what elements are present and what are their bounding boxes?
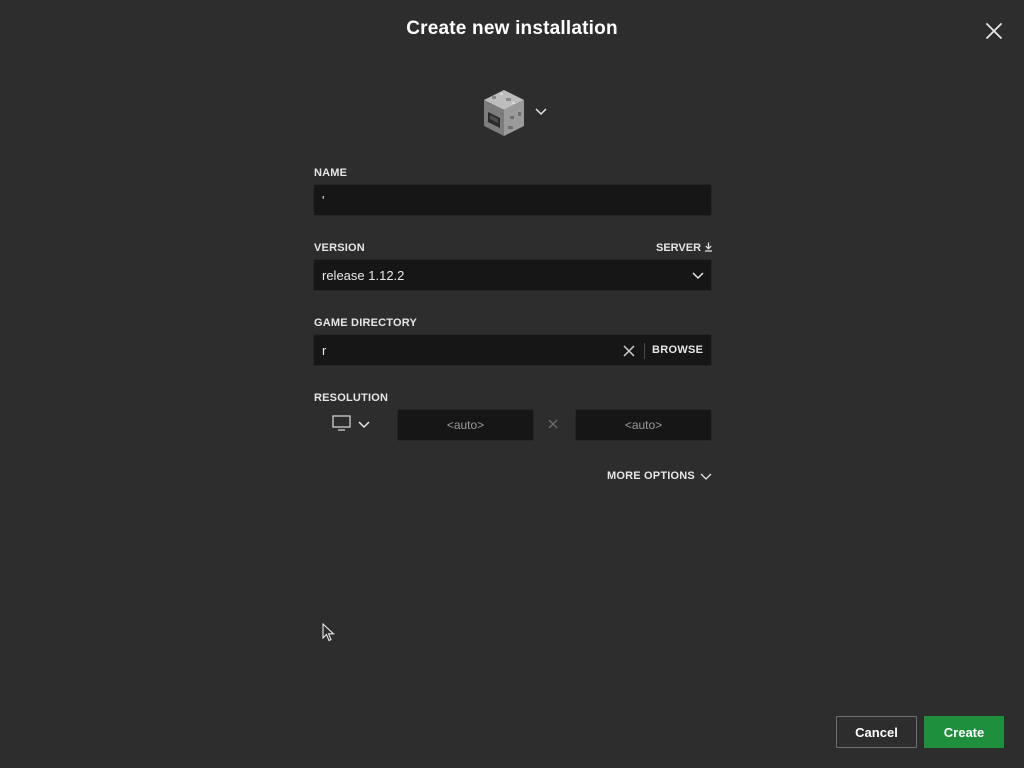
dialog-title: Create new installation bbox=[406, 18, 618, 39]
more-options-label: MORE OPTIONS bbox=[607, 470, 695, 482]
game-directory-input[interactable]: r bbox=[322, 343, 326, 358]
version-select[interactable]: release 1.12.2 bbox=[313, 259, 712, 291]
resolution-preset-dropdown[interactable] bbox=[332, 414, 374, 434]
browse-button[interactable]: BROWSE bbox=[652, 344, 703, 356]
close-icon bbox=[986, 23, 1002, 39]
game-directory-field: r BROWSE bbox=[313, 334, 712, 366]
create-button[interactable]: Create bbox=[924, 716, 1004, 748]
chevron-down-icon bbox=[692, 272, 704, 280]
monitor-icon bbox=[332, 415, 351, 431]
version-label: VERSION bbox=[314, 242, 365, 254]
server-download-link[interactable]: SERVER bbox=[656, 242, 713, 254]
clear-icon bbox=[623, 345, 635, 357]
furnace-block-icon bbox=[484, 90, 524, 136]
clear-directory-button[interactable] bbox=[622, 344, 636, 363]
field-divider bbox=[644, 343, 645, 359]
chevron-down-icon bbox=[358, 421, 370, 429]
resolution-label: RESOLUTION bbox=[314, 392, 389, 404]
name-input[interactable]: ' bbox=[313, 184, 712, 216]
more-options-toggle[interactable]: MORE OPTIONS bbox=[607, 470, 712, 482]
name-input-value: ' bbox=[322, 193, 325, 208]
resolution-width-input[interactable] bbox=[397, 409, 534, 441]
mouse-cursor-icon bbox=[322, 623, 335, 642]
game-directory-label: GAME DIRECTORY bbox=[314, 317, 418, 329]
cancel-button[interactable]: Cancel bbox=[836, 716, 917, 748]
chevron-down-icon bbox=[700, 473, 712, 481]
times-icon bbox=[548, 419, 558, 429]
download-icon bbox=[705, 242, 713, 252]
create-installation-dialog: Create new installation NAME ' VERSION S… bbox=[0, 0, 1024, 768]
name-label: NAME bbox=[314, 167, 348, 179]
version-selected-value: release 1.12.2 bbox=[322, 268, 405, 283]
server-link-label: SERVER bbox=[656, 242, 702, 254]
close-button[interactable] bbox=[983, 20, 1005, 42]
chevron-down-icon bbox=[535, 108, 547, 116]
resolution-height-input[interactable] bbox=[575, 409, 712, 441]
installation-icon-picker[interactable] bbox=[480, 88, 552, 138]
